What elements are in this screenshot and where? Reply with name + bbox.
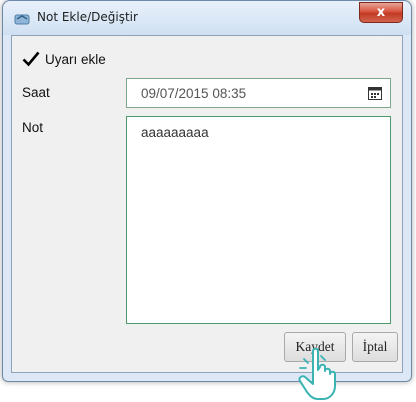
close-button[interactable]: x <box>359 2 403 23</box>
cancel-button[interactable]: İptal <box>352 332 398 362</box>
datetime-field[interactable]: 09/07/2015 08:35 <box>126 78 391 108</box>
dialog-window: Not Ekle/Değiştir x Uyarı ekle Saat 09/0… <box>2 0 412 382</box>
note-label: Not <box>22 120 44 135</box>
checkmark-icon[interactable] <box>22 51 40 67</box>
window-title: Not Ekle/Değiştir <box>37 10 138 24</box>
title-bar[interactable]: Not Ekle/Değiştir x <box>3 1 411 35</box>
dialog-body: Uyarı ekle Saat 09/07/2015 08:35 Not aaa… <box>11 35 403 373</box>
hand-pointer-icon <box>298 347 336 400</box>
calendar-icon[interactable] <box>368 87 382 100</box>
app-icon <box>14 14 30 25</box>
warning-checkbox[interactable]: Uyarı ekle <box>22 49 106 69</box>
time-label: Saat <box>22 85 50 100</box>
warning-checkbox-label: Uyarı ekle <box>45 51 106 67</box>
note-textarea[interactable]: aaaaaaaaa <box>126 116 391 324</box>
datetime-value: 09/07/2015 08:35 <box>141 86 247 101</box>
note-text: aaaaaaaaa <box>141 125 209 140</box>
